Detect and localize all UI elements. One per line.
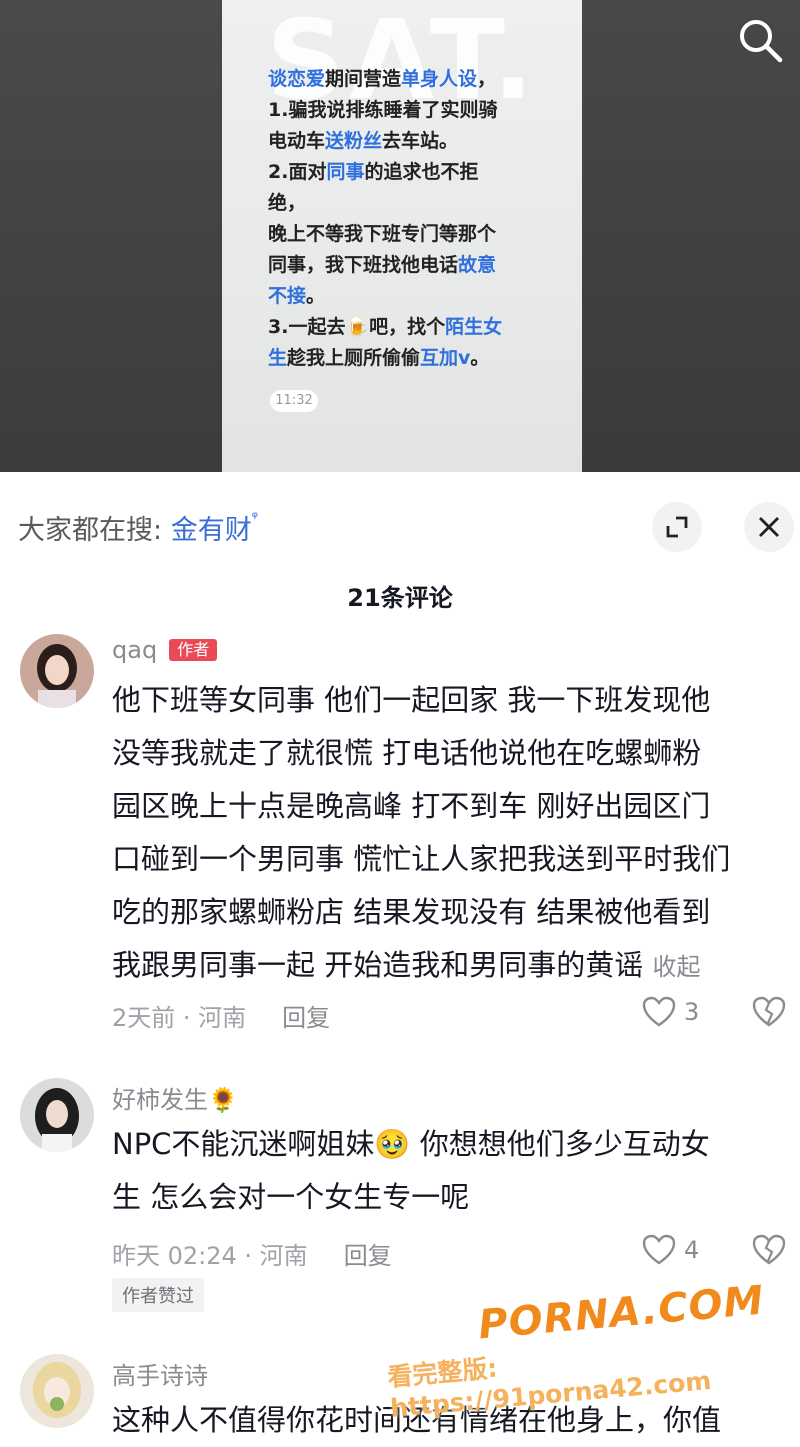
reply-button[interactable]: 回复: [344, 1242, 392, 1270]
caption-highlight: 不接: [268, 285, 307, 307]
close-icon: [759, 517, 779, 537]
comment-meta: 2天前 · 河南 回复: [112, 1004, 331, 1032]
dislike-button[interactable]: [752, 1234, 786, 1270]
caption-line: 谈恋爱期间营造单身人设，: [268, 64, 568, 95]
close-button[interactable]: [744, 502, 794, 552]
avatar[interactable]: [20, 634, 94, 708]
comment-text: NPC不能沉迷啊姐妹🥹 你想想他们多少互动女 生 怎么会对一个女生专一呢: [112, 1127, 710, 1214]
caption-segment: 1.骗我说排练睡着了实则骑: [268, 99, 498, 121]
caption-segment: ，: [477, 68, 497, 90]
collapse-link[interactable]: 收起: [652, 953, 700, 981]
caption-segment: 。: [470, 347, 490, 369]
comments-title: 21条评论: [347, 584, 453, 612]
comment-username[interactable]: qaq 作者: [112, 636, 218, 664]
caption-highlight: 互加v: [420, 347, 471, 369]
like-button[interactable]: 3: [642, 996, 699, 1028]
caption-line: 3.一起去🍺吧，找个陌生女: [268, 312, 568, 343]
video-time-badge: 11:32: [270, 390, 318, 412]
caption-segment: 电动车: [268, 130, 326, 152]
expand-button[interactable]: [652, 502, 702, 552]
like-button[interactable]: 4: [642, 1234, 699, 1266]
caption-line: 不接。: [268, 281, 568, 312]
video-caption-text: 谈恋爱期间营造单身人设， 1.骗我说排练睡着了实则骑 电动车送粉丝去车站。 2.面对同…: [268, 64, 568, 374]
caption-segment: 趁我上厕所偷偷: [287, 347, 421, 369]
caption-segment: 3.一起去: [268, 316, 346, 338]
caption-highlight: 单身人设: [401, 68, 478, 90]
video-blur-left: [0, 0, 222, 472]
caption-highlight: 陌生女: [445, 316, 503, 338]
caption-highlight: 同事: [326, 161, 365, 183]
caption-highlight: 生: [268, 347, 288, 369]
avatar[interactable]: [20, 1354, 94, 1428]
caption-segment: 的追求也不拒: [364, 161, 479, 183]
caption-line: 1.骗我说排练睡着了实则骑: [268, 95, 568, 126]
caption-segment: 晚上不等我下班专门等那个: [268, 223, 497, 245]
search-icon[interactable]: [736, 16, 784, 64]
like-count: 3: [684, 998, 700, 1026]
comment-username[interactable]: 好柿发生🌻: [112, 1080, 238, 1115]
caption-highlight: 故意: [458, 254, 497, 276]
caption-segment: 🍺: [345, 316, 370, 338]
caption-highlight: 谈恋爱: [268, 68, 326, 90]
avatar[interactable]: [20, 1078, 94, 1152]
comment-meta: 昨天 02:24 · 河南 回复: [112, 1242, 392, 1270]
caption-line: 绝，: [268, 188, 568, 219]
caption-line: 2.面对同事的追求也不拒: [268, 157, 568, 188]
author-liked-badge: 作者赞过: [112, 1278, 204, 1312]
hot-search-bar[interactable]: 大家都在搜: 金有财ᵠ: [18, 508, 258, 547]
caption-highlight: 送粉丝: [325, 130, 383, 152]
caption-segment: 。: [306, 285, 326, 307]
author-tag: 作者: [169, 639, 218, 661]
small-search-icon: ᵠ: [251, 508, 258, 526]
broken-heart-icon: [752, 1234, 786, 1265]
video-player[interactable]: SAT. 谈恋爱期间营造单身人设， 1.骗我说排练睡着了实则骑 电动车送粉丝去车站。…: [0, 0, 800, 472]
comment-username[interactable]: 高手诗诗: [112, 1356, 208, 1391]
caption-line: 电动车送粉丝去车站。: [268, 126, 568, 157]
expand-icon: [666, 516, 688, 538]
caption-segment: 绝，: [268, 192, 307, 214]
heart-icon: [642, 1234, 676, 1265]
caption-segment: 吧，找个: [369, 316, 446, 338]
caption-line: 同事，我下班找他电话故意: [268, 250, 568, 281]
heart-icon: [642, 996, 676, 1027]
caption-segment: 期间营造: [325, 68, 402, 90]
comment-text: 他下班等女同事 他们一起回家 我一下班发现他 没等我就走了就很慌 打电话他说他在…: [112, 683, 731, 982]
caption-line: 生趁我上厕所偷偷互加v。: [268, 343, 568, 374]
caption-segment: 同事，我下班找他电话: [268, 254, 459, 276]
hot-search-keyword[interactable]: 金有财: [171, 515, 252, 546]
like-count: 4: [684, 1236, 700, 1264]
hot-search-prefix: 大家都在搜:: [18, 515, 163, 546]
reply-button[interactable]: 回复: [282, 1004, 330, 1032]
caption-segment: 2.面对: [268, 161, 327, 183]
video-screenshot: SAT. 谈恋爱期间营造单身人设， 1.骗我说排练睡着了实则骑 电动车送粉丝去车站。…: [222, 0, 582, 472]
broken-heart-icon: [752, 996, 786, 1027]
video-blur-right: [582, 0, 800, 472]
dislike-button[interactable]: [752, 996, 786, 1032]
caption-line: 晚上不等我下班专门等那个: [268, 219, 568, 250]
caption-segment: 去车站。: [382, 130, 459, 152]
